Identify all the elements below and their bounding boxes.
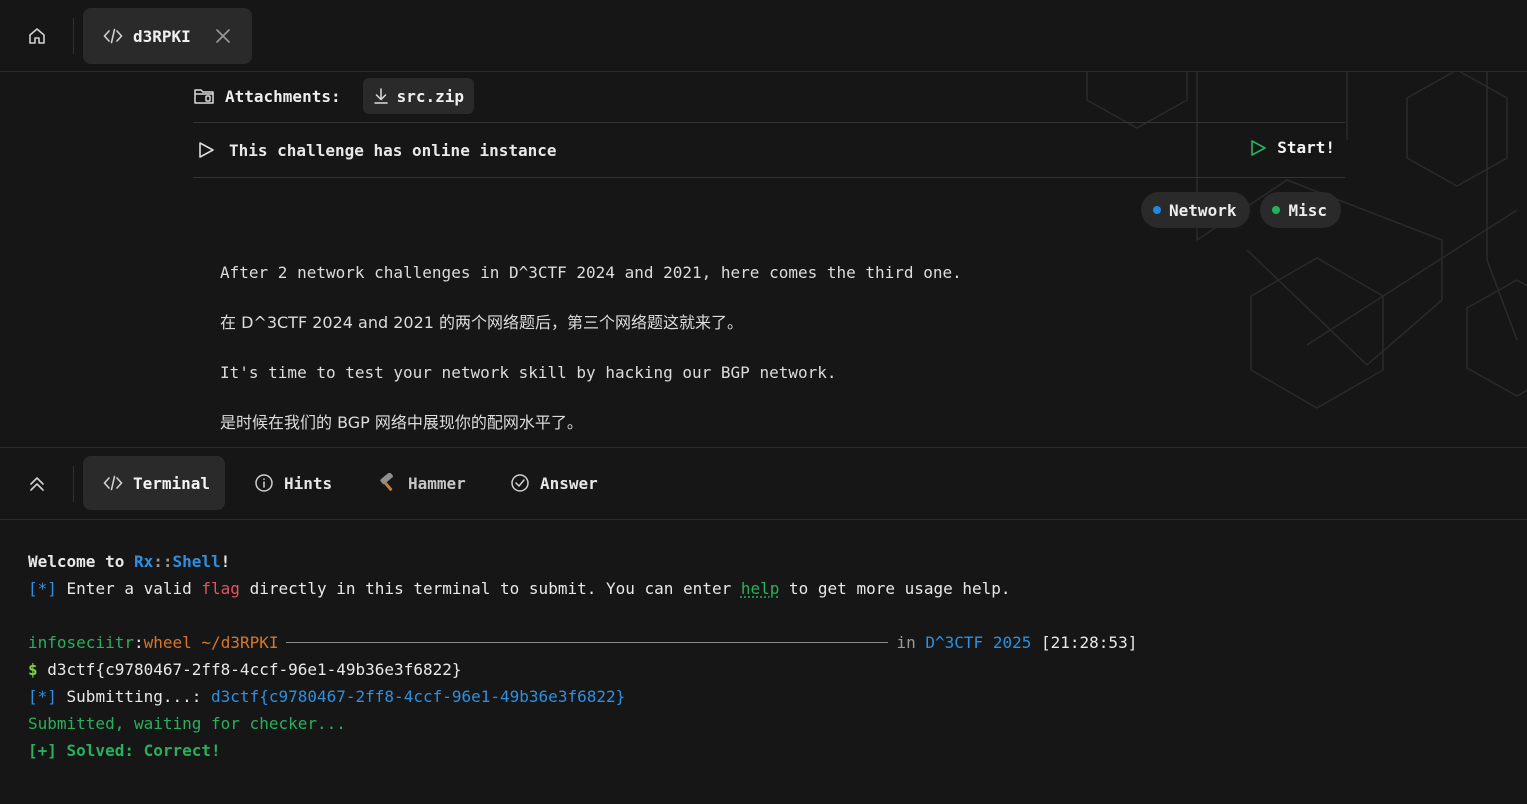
divider <box>193 177 1345 178</box>
help-link[interactable]: help <box>741 579 780 598</box>
hammer-icon <box>380 473 393 491</box>
tag-misc: Misc <box>1260 192 1341 228</box>
terminal-info-line: [*] Enter a valid flag directly in this … <box>28 575 1498 602</box>
tab-close-button[interactable] <box>212 25 234 47</box>
tab-d3rpki[interactable]: d3RPKI <box>83 8 252 64</box>
terminal-submitting-line: [*] Submitting...: d3ctf{c9780467-2ff8-4… <box>28 683 1498 710</box>
tab-label: Hints <box>284 473 333 493</box>
tab-hammer[interactable]: Hammer <box>356 456 466 510</box>
prompt-path: ~/d3RPKI <box>201 633 279 652</box>
tab-label: Answer <box>540 473 598 493</box>
tab-answer[interactable]: Answer <box>490 456 598 510</box>
tab-terminal[interactable]: Terminal <box>83 456 225 510</box>
description-paragraph: 是时候在我们的 BGP 网络中展现你的配网水平了。 <box>220 413 583 432</box>
shell-text: Shell <box>172 552 221 571</box>
panel-tab-bar: Terminal Hints Hammer Answer <box>0 447 1527 520</box>
prompt-group: wheel <box>143 633 192 652</box>
download-icon <box>373 88 388 104</box>
attachment-file-name: src.zip <box>396 86 465 106</box>
text: Submitting...: <box>56 687 212 706</box>
info-marker: [*] <box>28 579 57 598</box>
description-paragraph: 在 D^3CTF 2024 and 2021 的两个网络题后，第三个网络题这就来… <box>220 313 744 332</box>
category-tags: Network Misc <box>1141 192 1341 228</box>
divider <box>73 466 74 502</box>
code-icon <box>103 475 123 491</box>
code-icon <box>103 28 123 44</box>
folder-icon <box>194 89 214 104</box>
challenge-content: Attachments: src.zip This challenge has … <box>0 72 1527 447</box>
prompt-time: [21:28:53] <box>1041 633 1138 652</box>
description-paragraph: It's time to test your network skill by … <box>220 363 837 382</box>
play-icon <box>1251 139 1267 156</box>
submitted-flag: d3ctf{c9780467-2ff8-4ccf-96e1-49b36e3f68… <box>211 687 626 706</box>
prompt-in: in <box>896 633 916 652</box>
text: ! <box>220 552 231 571</box>
prompt-user: infoseciitr <box>28 633 134 652</box>
terminal-prompt-line: infoseciitr:wheel ~/d3RPKI in D^3CTF 2025… <box>28 629 1498 656</box>
info-icon <box>255 474 273 492</box>
close-icon <box>216 29 230 43</box>
text: directly in this terminal to submit. You… <box>239 579 741 598</box>
top-tab-bar: d3RPKI <box>0 0 1527 72</box>
separator-text: :: <box>153 552 173 571</box>
attachments-label: Attachments: <box>225 86 341 106</box>
prompt-colon: : <box>133 633 144 652</box>
tab-label: Terminal <box>133 473 211 493</box>
text: Enter a valid <box>56 579 202 598</box>
start-instance-button[interactable]: Start! <box>1249 138 1335 157</box>
prompt-event: D^3CTF 2025 <box>925 633 1032 652</box>
terminal-waiting-line: Submitted, waiting for checker... <box>28 714 346 733</box>
tag-dot <box>1153 206 1162 214</box>
info-marker: [*] <box>28 687 57 706</box>
tag-label: Misc <box>1288 200 1327 220</box>
home-icon <box>29 28 45 44</box>
home-button[interactable] <box>20 20 54 52</box>
instance-row: This challenge has online instance Start… <box>193 123 1345 177</box>
start-label: Start! <box>1277 138 1335 157</box>
divider <box>73 18 74 54</box>
tag-label: Network <box>1169 200 1237 220</box>
chevrons-up-icon <box>30 477 44 491</box>
description-paragraph: After 2 network challenges in D^3CTF 202… <box>220 263 962 282</box>
text: Welcome to <box>28 552 134 571</box>
instance-text: This challenge has online instance <box>229 140 557 160</box>
tag-dot <box>1272 206 1281 214</box>
tab-hints[interactable]: Hints <box>234 456 332 510</box>
terminal-solved-line: [+] Solved: Correct! <box>28 741 221 760</box>
tag-network: Network <box>1141 192 1251 228</box>
terminal[interactable]: Welcome to Rx::Shell! [*] Enter a valid … <box>28 548 1498 764</box>
collapse-panel-button[interactable] <box>20 468 54 500</box>
attachments-row: Attachments: src.zip <box>193 78 475 114</box>
flag-keyword: flag <box>201 579 240 598</box>
tab-label: Hammer <box>408 473 466 493</box>
prompt-rule <box>286 642 889 643</box>
text: to get more usage help. <box>779 579 1011 598</box>
check-circle-icon <box>511 474 529 492</box>
command-text: d3ctf{c9780467-2ff8-4ccf-96e1-49b36e3f68… <box>37 660 462 679</box>
prompt-dollar: $ <box>28 660 38 679</box>
attachment-download-button[interactable]: src.zip <box>362 78 475 114</box>
challenge-description: After 2 network challenges in D^3CTF 202… <box>220 260 1120 447</box>
play-icon <box>199 142 214 158</box>
rx-text: Rx <box>133 552 154 571</box>
tab-label: d3RPKI <box>133 26 191 46</box>
terminal-welcome-line: Welcome to Rx::Shell! <box>28 548 1498 575</box>
terminal-command-line: $ d3ctf{c9780467-2ff8-4ccf-96e1-49b36e3f… <box>28 656 1498 683</box>
